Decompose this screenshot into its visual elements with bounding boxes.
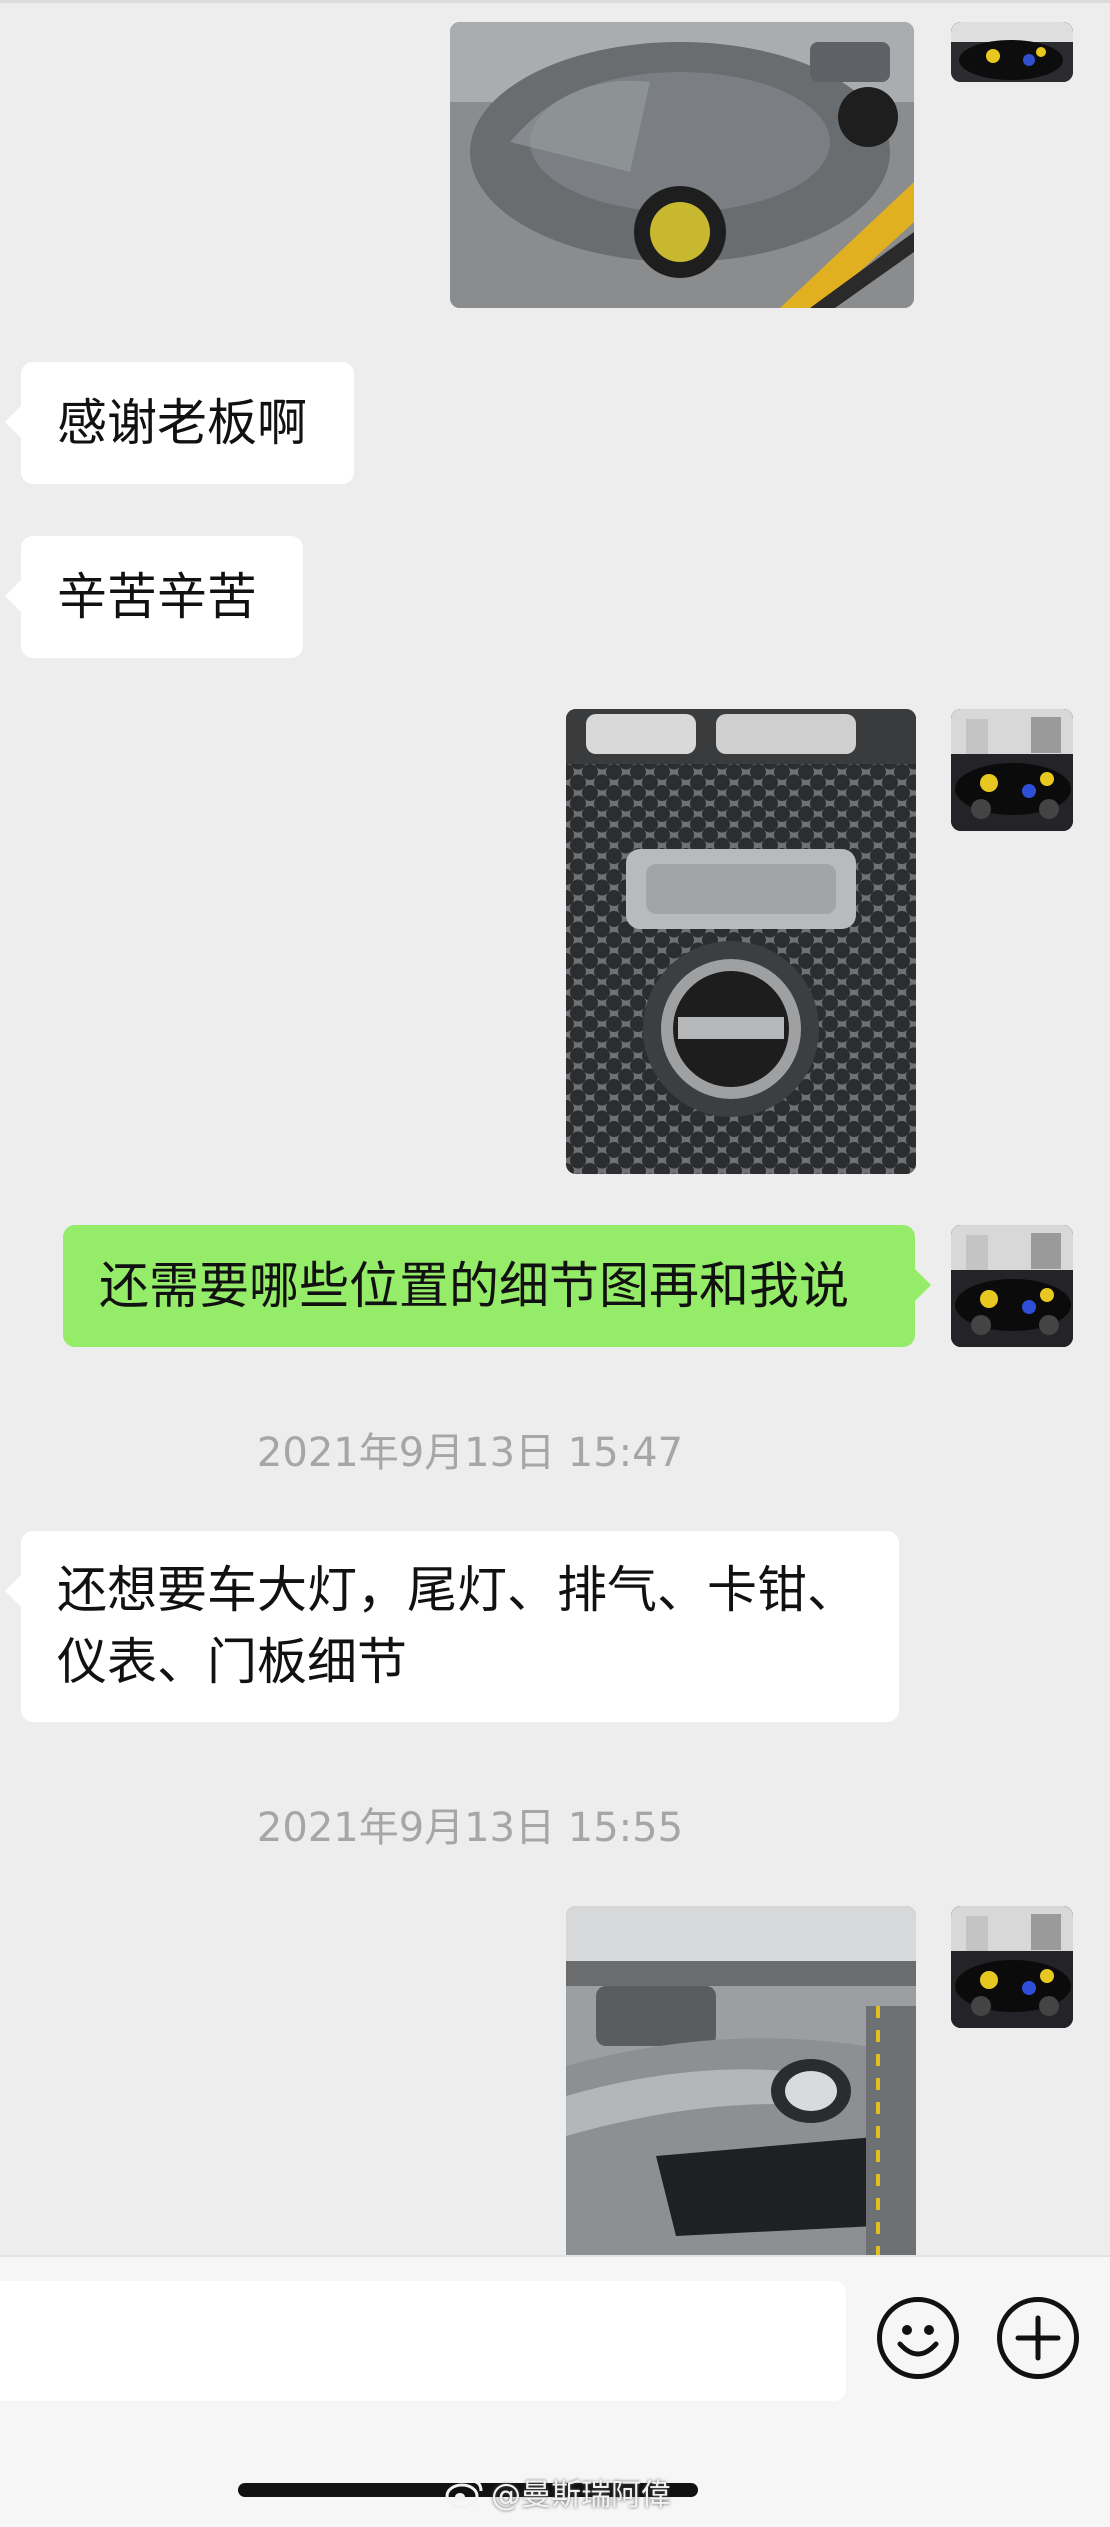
incoming-message-bubble[interactable]: 还想要车大灯，尾灯、排气、卡钳、 仪表、门板细节 xyxy=(5,1531,899,1722)
incoming-message-bubble[interactable]: 感谢老板啊 xyxy=(5,362,354,484)
avatar[interactable] xyxy=(951,1906,1073,2028)
watermark-text: @曼斯瑞阿偉 xyxy=(491,2478,671,2513)
avatar[interactable] xyxy=(951,709,1073,831)
message-text: 辛苦辛苦 xyxy=(57,568,257,626)
chat-screen: 感谢老板啊 辛苦辛苦 还需要哪些位置的细节图再和我说 2021年9月13日 15… xyxy=(0,0,1110,2527)
message-text: 感谢老板啊 xyxy=(57,394,307,452)
more-options-button[interactable] xyxy=(997,2297,1079,2379)
incoming-message-bubble[interactable]: 辛苦辛苦 xyxy=(5,536,303,658)
message-input[interactable] xyxy=(0,2281,846,2401)
message-text-line: 还想要车大灯，尾灯、排气、卡钳、 xyxy=(57,1561,857,1619)
avatar[interactable] xyxy=(951,22,1073,82)
avatar[interactable] xyxy=(951,1225,1073,1347)
headlight-photo-message[interactable] xyxy=(566,1906,916,2255)
emoji-button[interactable] xyxy=(877,2297,959,2379)
plus-circle-icon xyxy=(1015,2315,1061,2361)
top-divider xyxy=(0,0,1110,3)
car-photo-message[interactable] xyxy=(450,22,914,308)
message-text-line: 仪表、门板细节 xyxy=(57,1633,407,1691)
outgoing-message-bubble[interactable]: 还需要哪些位置的细节图再和我说 xyxy=(63,1225,931,1347)
watermark: @曼斯瑞阿偉 xyxy=(445,2470,671,2514)
timestamp: 2021年9月13日 15:47 xyxy=(256,1430,684,1476)
engine-cover-photo-message[interactable] xyxy=(566,709,916,1174)
weibo-logo-icon xyxy=(445,2475,485,2509)
message-text: 还需要哪些位置的细节图再和我说 xyxy=(99,1257,849,1315)
timestamp: 2021年9月13日 15:55 xyxy=(256,1805,684,1851)
smile-emoji-icon xyxy=(897,2325,939,2357)
